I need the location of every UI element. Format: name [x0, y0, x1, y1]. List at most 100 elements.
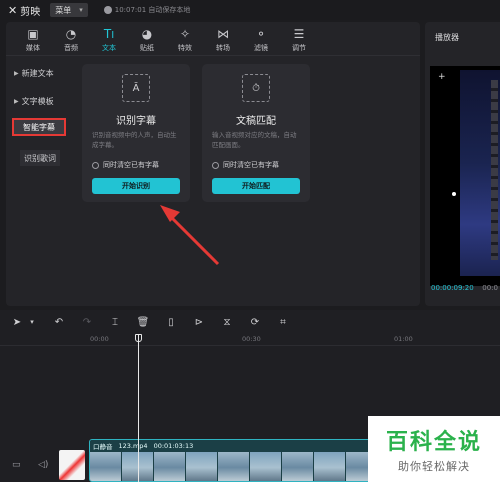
tab-transition[interactable]: ⋈ 转场 — [204, 22, 242, 55]
current-time: 00:00:09:20 — [431, 284, 474, 292]
card-description: 识别音视频中的人声，自动生成字幕。 — [92, 131, 177, 149]
play-reverse-icon[interactable]: ⊳ — [192, 315, 206, 329]
start-match-button[interactable]: 开始匹配 — [212, 178, 300, 194]
player-title: 播放器 — [435, 33, 459, 42]
materials-tabs: ▣ 媒体 ◔ 音频 TI 文本 ◕ 贴纸 ✧ 特效 ⋈ 转场 ⚬ 滤镜 ☰ 调节 — [6, 22, 420, 56]
ruler-label: 00:30 — [242, 335, 261, 343]
recognize-subtitle-card: Ā 识别字幕 识别音视频中的人声，自动生成字幕。 同时清空已有字幕 开始识别 — [82, 64, 190, 202]
player-panel: 播放器 + 00:00:09:20 00:0 — [425, 22, 500, 306]
audio-icon: ◔ — [65, 27, 77, 41]
time-ruler[interactable]: 00:00 00:30 01:00 — [0, 334, 500, 346]
subtitle-recognize-icon: Ā — [122, 74, 150, 102]
sidebar-item-label: 识别歌词 — [24, 153, 56, 163]
adjust-icon: ☰ — [293, 27, 305, 41]
card-description: 输入音视频对应的文稿，自动匹配画面。 — [212, 131, 297, 149]
checkbox-label: 同时清空已有字幕 — [103, 161, 159, 169]
clip-frame — [90, 452, 121, 481]
tab-label: 贴纸 — [140, 44, 154, 52]
chevron-down-icon: ▾ — [79, 6, 83, 14]
delete-icon[interactable]: 🗑 — [136, 315, 150, 329]
script-match-icon: ⏱ — [242, 74, 270, 102]
chevron-down-icon[interactable]: ▾ — [25, 315, 39, 329]
player-preview[interactable]: + — [430, 66, 500, 286]
tab-label: 特效 — [178, 44, 192, 52]
playhead-line[interactable] — [138, 334, 139, 482]
crop-icon[interactable]: ⌗ — [276, 315, 290, 329]
save-status: 10:07:01 自动保存本地 — [103, 5, 191, 15]
caret-right-icon: ▶ — [14, 97, 19, 105]
ruler-label: 00:00 — [90, 335, 109, 343]
menu-label: 菜单 — [55, 5, 72, 15]
tab-filter[interactable]: ⚬ 滤镜 — [242, 22, 280, 55]
select-cursor-icon[interactable]: ➤ — [10, 315, 24, 329]
timeline-toolbar: ➤ ▾ ↶ ↷ ⌶ 🗑 ▯ ⊳ ⧖ ⟳ ⌗ — [0, 310, 500, 334]
save-status-icon — [103, 6, 112, 14]
start-recognize-button[interactable]: 开始识别 — [92, 178, 180, 194]
effects-icon: ✧ — [179, 27, 191, 41]
tab-label: 音频 — [64, 44, 78, 52]
materials-panel: ▣ 媒体 ◔ 音频 TI 文本 ◕ 贴纸 ✧ 特效 ⋈ 转场 ⚬ 滤镜 ☰ 调节 — [6, 22, 420, 306]
clip-frame — [186, 452, 217, 481]
script-match-card: ⏱ 文稿匹配 输入音视频对应的文稿，自动匹配画面。 同时清空已有字幕 开始匹配 — [202, 64, 310, 202]
sidebar-item-new-text[interactable]: ▶ 新建文本 — [14, 64, 54, 82]
caret-right-icon: ▶ — [14, 69, 19, 77]
rotate-icon[interactable]: ⟳ — [248, 315, 262, 329]
clear-subtitles-checkbox[interactable]: 同时清空已有字幕 — [212, 160, 279, 170]
freeze-frame-icon[interactable]: ▯ — [164, 315, 178, 329]
tab-label: 调节 — [292, 44, 306, 52]
clip-mute-label: 口静音 — [93, 442, 113, 451]
tab-sticker[interactable]: ◕ 贴纸 — [128, 22, 166, 55]
menu-button[interactable]: 菜单 ▾ — [50, 3, 88, 17]
sidebar-item-label: 文字模板 — [21, 96, 54, 106]
tab-label: 转场 — [216, 44, 230, 52]
app-logo: ✕ 剪映 — [8, 3, 40, 18]
tab-adjust[interactable]: ☰ 调节 — [280, 22, 318, 55]
clip-frame — [282, 452, 313, 481]
mirror-icon[interactable]: ⧖ — [220, 315, 234, 329]
tab-effects[interactable]: ✧ 特效 — [166, 22, 204, 55]
tab-audio[interactable]: ◔ 音频 — [52, 22, 90, 55]
clip-frame — [218, 452, 249, 481]
watermark-subtitle: 助你轻松解决 — [398, 460, 470, 473]
preview-toolbar — [491, 80, 498, 260]
undo-icon[interactable]: ↶ — [52, 315, 66, 329]
checkbox-icon — [92, 161, 99, 169]
redo-icon[interactable]: ↷ — [80, 315, 94, 329]
checkbox-label: 同时清空已有字幕 — [223, 161, 279, 169]
cover-thumbnail[interactable] — [59, 450, 85, 480]
clip-frame — [314, 452, 345, 481]
card-title: 识别字幕 — [116, 116, 156, 127]
tab-label: 媒体 — [26, 44, 40, 52]
tab-label: 文本 — [102, 44, 116, 52]
filter-icon: ⚬ — [255, 27, 267, 41]
tab-text[interactable]: TI 文本 — [90, 22, 128, 55]
capcut-logo-icon: ✕ — [8, 3, 18, 17]
sidebar-item-label: 智能字幕 — [23, 122, 55, 132]
sticker-icon: ◕ — [141, 27, 153, 41]
media-icon: ▣ — [27, 27, 39, 41]
ruler-label: 01:00 — [394, 335, 413, 343]
save-status-text: 10:07:01 自动保存本地 — [114, 6, 191, 14]
transition-icon: ⋈ — [217, 27, 229, 41]
total-time: 00:0 — [482, 284, 498, 292]
watermark: 百科全说 助你轻松解决 — [368, 416, 500, 482]
checkbox-icon — [212, 161, 219, 169]
sidebar-item-lyrics[interactable]: 识别歌词 — [20, 150, 60, 166]
split-icon[interactable]: ⌶ — [108, 315, 122, 329]
clear-subtitles-checkbox[interactable]: 同时清空已有字幕 — [92, 160, 159, 170]
text-icon: TI — [103, 27, 115, 41]
clip-duration: 00:01:03:13 — [153, 441, 194, 450]
app-name: 剪映 — [20, 6, 41, 18]
clip-frame — [154, 452, 185, 481]
watermark-title: 百科全说 — [385, 430, 482, 455]
tab-media[interactable]: ▣ 媒体 — [14, 22, 52, 55]
sidebar-item-smart-subtitle[interactable]: 智能字幕 — [12, 118, 66, 136]
plus-icon: + — [438, 72, 446, 82]
sidebar-item-text-template[interactable]: ▶ 文字模板 — [14, 92, 54, 110]
track-display-icon[interactable]: ▭ — [12, 460, 21, 470]
title-bar: ✕ 剪映 菜单 ▾ 10:07:01 自动保存本地 — [0, 0, 500, 20]
clip-frame — [250, 452, 281, 481]
sidebar-item-label: 新建文本 — [21, 68, 54, 78]
clip-filename: 123.mp4 — [118, 441, 148, 450]
mute-track-icon[interactable]: ◁) — [38, 460, 48, 470]
